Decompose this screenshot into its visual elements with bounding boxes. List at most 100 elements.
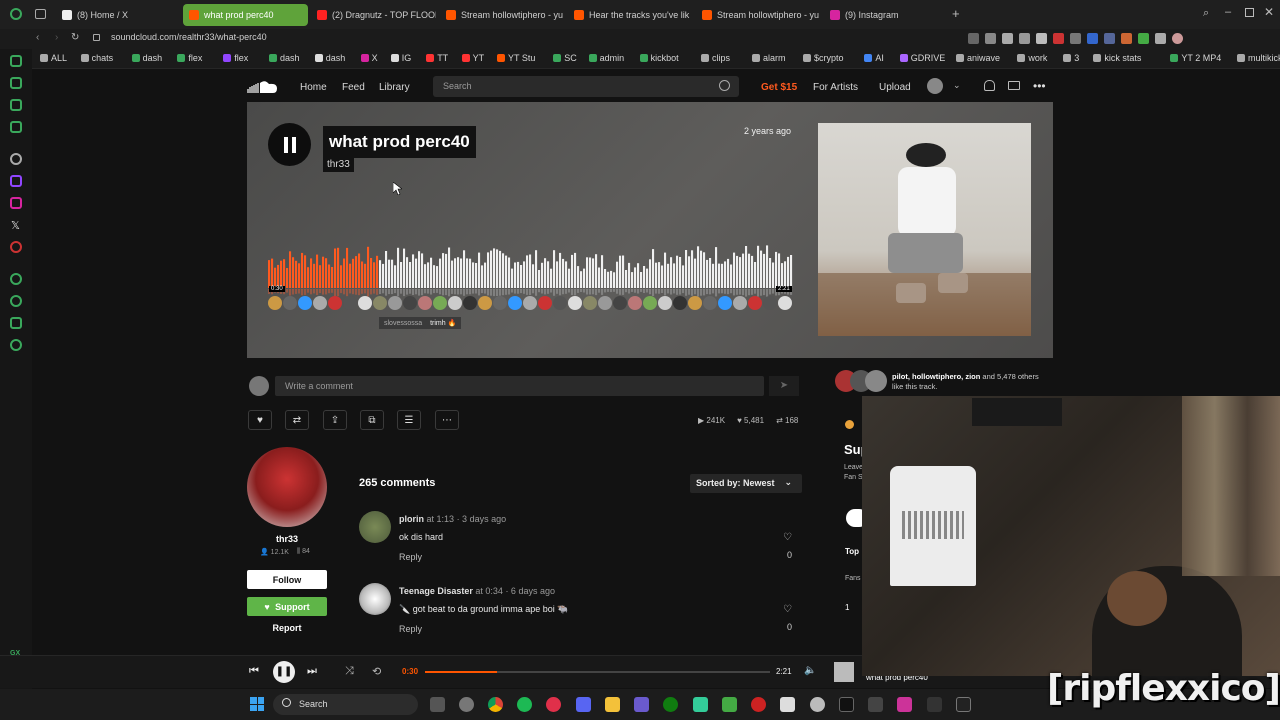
comment-like-icon[interactable]: ♡ — [783, 532, 792, 543]
comment-avatar[interactable] — [388, 296, 402, 310]
tab-soundcloud-2[interactable]: Stream hollowtiphero - yu — [440, 4, 565, 26]
maximize-icon[interactable] — [1245, 8, 1254, 17]
spotify-icon[interactable] — [517, 697, 532, 712]
extension-icon[interactable] — [1138, 33, 1149, 44]
comment-avatar[interactable] — [658, 296, 672, 310]
bookmark-item[interactable]: chats — [80, 53, 113, 63]
comment-avatar[interactable] — [268, 296, 282, 310]
comment-avatar[interactable] — [283, 296, 297, 310]
comment-avatar[interactable] — [628, 296, 642, 310]
file-explorer-icon[interactable] — [605, 697, 620, 712]
back-icon[interactable]: ‹ — [36, 32, 39, 43]
bookmark-item[interactable]: ALL — [40, 53, 67, 63]
bookmark-item[interactable]: dash — [269, 53, 300, 63]
comment-avatar[interactable] — [763, 296, 777, 310]
bookmark-item[interactable]: dash — [314, 53, 345, 63]
comment-avatar[interactable] — [553, 296, 567, 310]
shuffle-icon[interactable]: ⤨ — [345, 665, 354, 678]
url-field[interactable]: soundcloud.com/realthr33/what-perc40 — [111, 32, 267, 42]
bookmark-item[interactable]: TT — [426, 53, 448, 63]
repeat-icon[interactable]: ⟲ — [372, 665, 381, 678]
bookmark-item[interactable]: kick stats — [1093, 53, 1141, 63]
commenter-name[interactable]: Teenage Disaster — [399, 586, 473, 596]
extension-icon[interactable] — [1104, 33, 1115, 44]
discord-icon[interactable] — [576, 697, 591, 712]
comment-avatar[interactable] — [538, 296, 552, 310]
bookmark-item[interactable]: clips — [701, 53, 730, 63]
extension-icon[interactable] — [1053, 33, 1064, 44]
sidebar-app-icon[interactable] — [10, 99, 22, 111]
app-icon[interactable] — [634, 697, 649, 712]
user-avatar[interactable] — [927, 78, 943, 94]
upload-link[interactable]: Upload — [879, 82, 911, 93]
bookmark-item[interactable]: IG — [390, 53, 411, 63]
bookmark-item[interactable]: kickbot — [639, 53, 679, 63]
task-view-icon[interactable] — [430, 697, 445, 712]
bookmark-item[interactable]: flex — [177, 53, 202, 63]
commenter-avatar[interactable] — [359, 583, 391, 615]
artist-name[interactable]: thr33 — [247, 534, 327, 544]
search-icon[interactable] — [719, 80, 730, 91]
comment-avatar[interactable] — [478, 296, 492, 310]
sidebar-app-icon[interactable] — [10, 55, 22, 67]
app-icon[interactable] — [780, 697, 795, 712]
reply-link[interactable]: Reply — [399, 624, 422, 634]
new-tab-icon[interactable]: + — [952, 6, 960, 21]
track-artist[interactable]: thr33 — [323, 157, 354, 172]
tab-soundcloud-active[interactable]: what prod perc40 — [183, 4, 308, 26]
comment-avatar[interactable] — [463, 296, 477, 310]
now-playing-art[interactable] — [834, 662, 854, 682]
comment-avatar[interactable] — [673, 296, 687, 310]
comment-avatar[interactable] — [748, 296, 762, 310]
add-to-playlist-button[interactable]: ☰ — [397, 410, 421, 430]
comment-avatar[interactable] — [358, 296, 372, 310]
liker-avatars[interactable] — [835, 370, 887, 392]
comment-avatar[interactable] — [373, 296, 387, 310]
extensions-icon[interactable] — [10, 317, 22, 329]
comment-avatar[interactable] — [643, 296, 657, 310]
x-logo-icon[interactable]: 𝕏 — [11, 219, 20, 232]
commenter-avatar[interactable] — [359, 511, 391, 543]
app-icon[interactable] — [722, 697, 737, 712]
tooltip-user[interactable]: slovessossa — [384, 320, 422, 327]
app-icon[interactable] — [897, 697, 912, 712]
play-pause-button[interactable]: ❚❚ — [273, 661, 295, 683]
for-artists-link[interactable]: For Artists — [813, 82, 858, 93]
likers-names[interactable]: pilot, hollowtiphero, zion — [892, 372, 980, 381]
app-icon[interactable] — [839, 697, 854, 712]
tab-overview-icon[interactable] — [35, 9, 46, 19]
extension-icon[interactable] — [1087, 33, 1098, 44]
bookmark-item[interactable]: YT 2 MP4 — [1170, 53, 1221, 63]
extension-icon[interactable] — [1155, 33, 1166, 44]
extension-icon[interactable] — [1019, 33, 1030, 44]
search-input[interactable]: Search — [433, 76, 739, 97]
messages-icon[interactable] — [1008, 81, 1020, 90]
extension-icon[interactable] — [1121, 33, 1132, 44]
comment-avatar[interactable] — [433, 296, 447, 310]
get-offer-link[interactable]: Get $15 — [761, 82, 797, 93]
bookmark-item[interactable]: admin — [588, 53, 624, 63]
extension-icon[interactable] — [968, 33, 979, 44]
browser-menu-icon[interactable] — [10, 8, 22, 20]
comment-timestamp[interactable]: at 0:34 — [475, 586, 503, 596]
bookmark-item[interactable]: X — [360, 53, 378, 63]
next-icon[interactable]: ⏭ — [307, 665, 317, 678]
sidebar-app-icon[interactable] — [10, 273, 22, 285]
volume-icon[interactable]: 🔈 — [804, 665, 816, 676]
send-icon[interactable]: ➤ — [769, 376, 799, 396]
bookmark-item[interactable]: GDRIVE — [899, 53, 945, 63]
app-icon[interactable] — [751, 697, 766, 712]
chatgpt-icon[interactable] — [10, 153, 22, 165]
bookmark-item[interactable]: flex — [223, 53, 248, 63]
comment-avatar[interactable] — [313, 296, 327, 310]
bookmark-item[interactable]: aniwave — [956, 53, 1000, 63]
chevron-down-icon[interactable]: ⌄ — [953, 80, 961, 91]
history-icon[interactable] — [10, 295, 22, 307]
comment-like-icon[interactable]: ♡ — [783, 604, 792, 615]
bookmark-item[interactable]: work — [1017, 53, 1047, 63]
tab-soundcloud-4[interactable]: Stream hollowtiphero - yu — [696, 4, 821, 26]
waveform[interactable] — [268, 240, 793, 298]
app-icon[interactable] — [868, 697, 883, 712]
chatgpt-icon[interactable] — [810, 697, 825, 712]
bookmark-item[interactable]: YT — [461, 53, 484, 63]
